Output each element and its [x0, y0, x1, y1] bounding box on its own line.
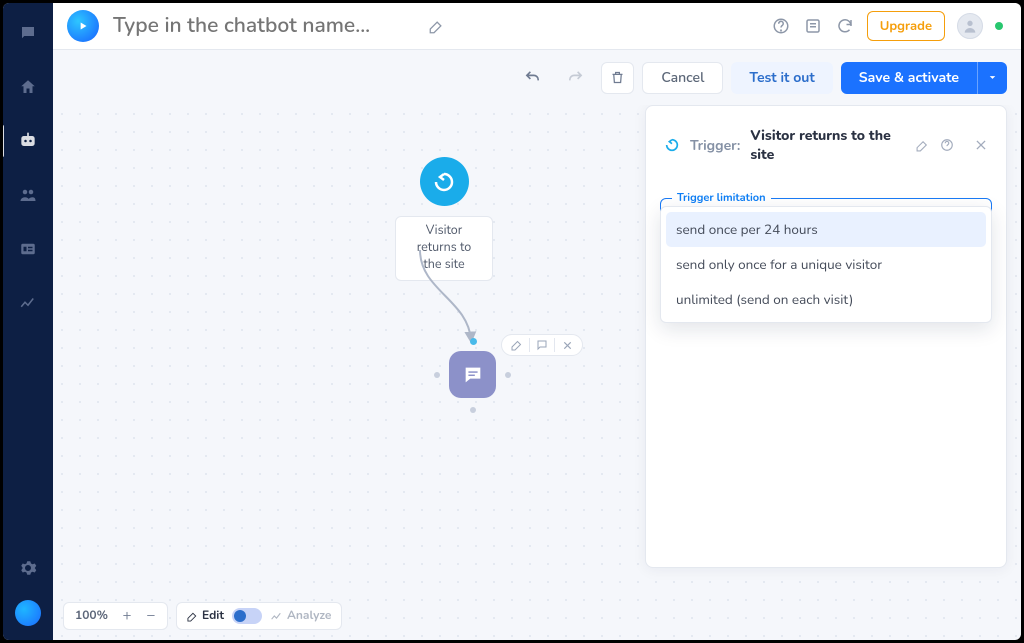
limitation-label: Trigger limitation	[672, 190, 771, 205]
message-action-icon	[449, 351, 496, 398]
sidebar-id-icon[interactable]	[16, 237, 40, 261]
node-comment-icon[interactable]	[534, 337, 550, 353]
sidebar-home-icon[interactable]	[16, 75, 40, 99]
undo-button[interactable]	[515, 62, 550, 94]
panel-help-icon[interactable]	[940, 137, 954, 153]
panel-trigger-name: Visitor returns to the site	[750, 126, 899, 164]
notes-icon[interactable]	[803, 16, 823, 36]
brand-logo[interactable]	[67, 10, 99, 42]
action-node[interactable]	[449, 351, 496, 398]
zoom-out-button[interactable]: −	[140, 605, 162, 627]
app-header: Upgrade	[53, 3, 1021, 50]
sidebar-chatbot-icon[interactable]	[16, 129, 40, 153]
sidebar-settings-icon[interactable]	[16, 556, 40, 580]
sidebar-visitors-icon[interactable]	[16, 183, 40, 207]
limitation-option[interactable]: send once per 24 hours	[666, 212, 986, 247]
limitation-option[interactable]: unlimited (send on each visit)	[666, 282, 986, 317]
save-button[interactable]: Save & activate	[841, 62, 977, 94]
canvas-bottombar: 100% + − Edit Analyze	[63, 602, 342, 630]
limitation-options-list: send once per 24 hours send only once fo…	[660, 206, 992, 323]
limitation-option[interactable]: send only once for a unique visitor	[666, 247, 986, 282]
mode-edit[interactable]: Edit	[187, 608, 224, 624]
trigger-panel: Trigger: Visitor returns to the site	[645, 105, 1007, 568]
delete-button[interactable]	[601, 62, 634, 94]
redo-button[interactable]	[558, 62, 593, 94]
flow-canvas[interactable]: Visitor returns to the site	[53, 105, 1021, 640]
mode-analyze[interactable]: Analyze	[270, 608, 331, 624]
save-dropdown-button[interactable]	[977, 62, 1007, 94]
node-edit-icon[interactable]	[509, 337, 525, 353]
mode-switch[interactable]	[232, 608, 262, 624]
panel-trigger-icon	[664, 136, 680, 154]
sidebar-brand-logo[interactable]	[15, 600, 41, 626]
chatbot-name-input[interactable]	[111, 11, 415, 41]
user-avatar[interactable]	[957, 13, 983, 39]
help-icon[interactable]	[771, 16, 791, 36]
app-sidebar	[3, 3, 53, 640]
zoom-in-button[interactable]: +	[116, 605, 138, 627]
online-status-dot	[995, 22, 1003, 30]
node-connector	[413, 250, 483, 350]
refresh-icon[interactable]	[835, 16, 855, 36]
upgrade-button[interactable]: Upgrade	[867, 11, 945, 41]
zoom-level: 100%	[69, 608, 114, 624]
sidebar-chat-icon[interactable]	[16, 21, 40, 45]
panel-edit-icon[interactable]	[915, 137, 929, 153]
panel-trigger-prefix: Trigger:	[690, 136, 740, 155]
mode-toggle: Edit Analyze	[176, 602, 342, 630]
panel-close-icon[interactable]	[974, 137, 988, 153]
node-toolbar	[501, 334, 583, 356]
canvas-toolbar: Cancel Test it out Save & activate	[53, 50, 1021, 105]
edit-title-icon[interactable]	[427, 16, 447, 36]
sidebar-analytics-icon[interactable]	[16, 291, 40, 315]
node-delete-icon[interactable]	[559, 337, 575, 353]
test-button[interactable]: Test it out	[731, 62, 832, 94]
trigger-icon	[420, 157, 469, 206]
zoom-controls: 100% + −	[63, 602, 168, 630]
cancel-button[interactable]: Cancel	[642, 62, 723, 94]
